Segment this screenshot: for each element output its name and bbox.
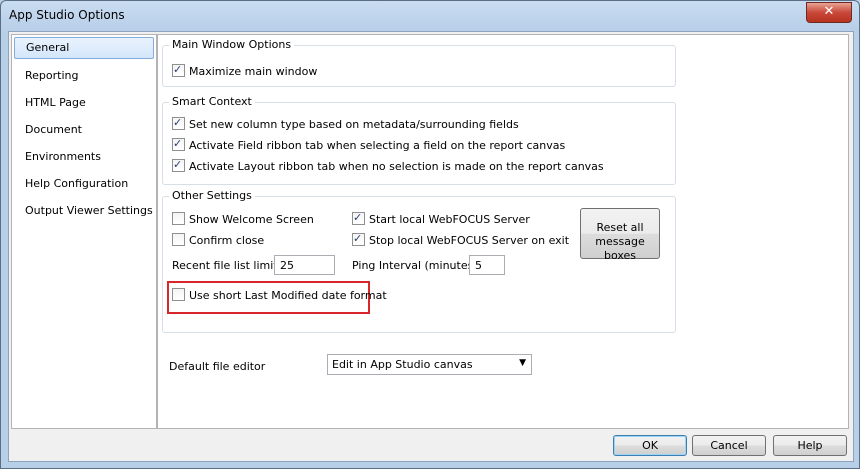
- checkbox-unchecked-icon[interactable]: [172, 233, 185, 246]
- cancel-button[interactable]: Cancel: [692, 435, 766, 456]
- other-settings-legend: Other Settings: [169, 189, 255, 202]
- maximize-window-checkbox[interactable]: Maximize main window: [172, 62, 318, 80]
- main-window-options-legend: Main Window Options: [169, 38, 295, 51]
- nav-item-help-configuration[interactable]: Help Configuration: [14, 173, 154, 195]
- default-file-editor-dropdown[interactable]: Edit in App Studio canvas ▼: [327, 354, 532, 375]
- window-title: App Studio Options: [9, 8, 125, 22]
- recent-file-limit-input[interactable]: 25: [274, 255, 335, 275]
- reset-button-line1: Reset all: [596, 221, 644, 234]
- show-welcome-screen-checkbox[interactable]: Show Welcome Screen: [172, 212, 314, 228]
- checkbox-checked-icon[interactable]: [352, 210, 365, 225]
- short-date-format-label: Use short Last Modified date format: [189, 289, 387, 302]
- ping-interval-input[interactable]: 5: [469, 255, 505, 275]
- activate-layout-tab-label: Activate Layout ribbon tab when no selec…: [189, 160, 604, 173]
- recent-file-limit-label: Recent file list limit:: [172, 259, 282, 272]
- checkbox-checked-icon[interactable]: [352, 231, 365, 246]
- start-local-server-label: Start local WebFOCUS Server: [369, 213, 530, 226]
- title-bar[interactable]: App Studio Options ✕: [1, 1, 859, 31]
- default-file-editor-label: Default file editor: [169, 360, 266, 373]
- stop-local-server-checkbox[interactable]: Stop local WebFOCUS Server on exit: [352, 231, 570, 249]
- nav-item-document[interactable]: Document: [14, 119, 154, 141]
- ok-button[interactable]: OK: [613, 435, 687, 456]
- smart-context-group: Smart Context Set new column type based …: [162, 95, 676, 185]
- reset-message-boxes-button[interactable]: Reset all message boxes: [580, 208, 660, 262]
- confirm-close-checkbox[interactable]: Confirm close: [172, 233, 264, 249]
- general-settings-panel: Main Window Options Maximize main window…: [157, 34, 849, 429]
- checkbox-unchecked-icon[interactable]: [172, 288, 185, 301]
- reset-button-line2: message boxes: [595, 235, 645, 262]
- nav-item-environments[interactable]: Environments: [14, 146, 154, 168]
- nav-item-output-viewer-settings[interactable]: Output Viewer Settings: [14, 200, 154, 222]
- checkbox-checked-icon[interactable]: [172, 115, 185, 130]
- other-settings-group: Other Settings Show Welcome Screen Confi…: [162, 189, 676, 333]
- checkbox-checked-icon[interactable]: [172, 62, 185, 77]
- maximize-window-label: Maximize main window: [189, 65, 318, 78]
- dialog-client-area: General Reporting HTML Page Document Env…: [8, 31, 854, 462]
- activate-field-tab-label: Activate Field ribbon tab when selecting…: [189, 139, 566, 152]
- nav-item-reporting[interactable]: Reporting: [14, 65, 154, 87]
- activate-field-tab-checkbox[interactable]: Activate Field ribbon tab when selecting…: [172, 136, 566, 154]
- app-studio-options-window: App Studio Options ✕ General Reporting H…: [0, 0, 860, 469]
- close-button[interactable]: ✕: [806, 2, 852, 23]
- nav-item-html-page[interactable]: HTML Page: [14, 92, 154, 114]
- smart-context-legend: Smart Context: [169, 95, 255, 108]
- stop-local-server-label: Stop local WebFOCUS Server on exit: [369, 234, 570, 247]
- main-window-options-group: Main Window Options Maximize main window: [162, 38, 676, 87]
- activate-layout-tab-checkbox[interactable]: Activate Layout ribbon tab when no selec…: [172, 157, 604, 175]
- checkbox-unchecked-icon[interactable]: [172, 212, 185, 225]
- start-local-server-checkbox[interactable]: Start local WebFOCUS Server: [352, 210, 530, 228]
- set-column-type-label: Set new column type based on metadata/su…: [189, 118, 519, 131]
- confirm-close-label: Confirm close: [189, 234, 265, 247]
- default-file-editor-value: Edit in App Studio canvas: [332, 358, 473, 371]
- close-icon: ✕: [823, 4, 835, 19]
- checkbox-checked-icon[interactable]: [172, 157, 185, 172]
- help-button[interactable]: Help: [773, 435, 847, 456]
- short-date-format-checkbox[interactable]: Use short Last Modified date format: [172, 288, 387, 304]
- nav-item-general[interactable]: General: [14, 37, 154, 59]
- ping-interval-label: Ping Interval (minutes): [352, 259, 478, 272]
- checkbox-checked-icon[interactable]: [172, 136, 185, 151]
- set-column-type-checkbox[interactable]: Set new column type based on metadata/su…: [172, 115, 519, 133]
- chevron-down-icon[interactable]: ▼: [519, 358, 526, 368]
- show-welcome-screen-label: Show Welcome Screen: [189, 213, 314, 226]
- options-nav-list: General Reporting HTML Page Document Env…: [11, 34, 157, 429]
